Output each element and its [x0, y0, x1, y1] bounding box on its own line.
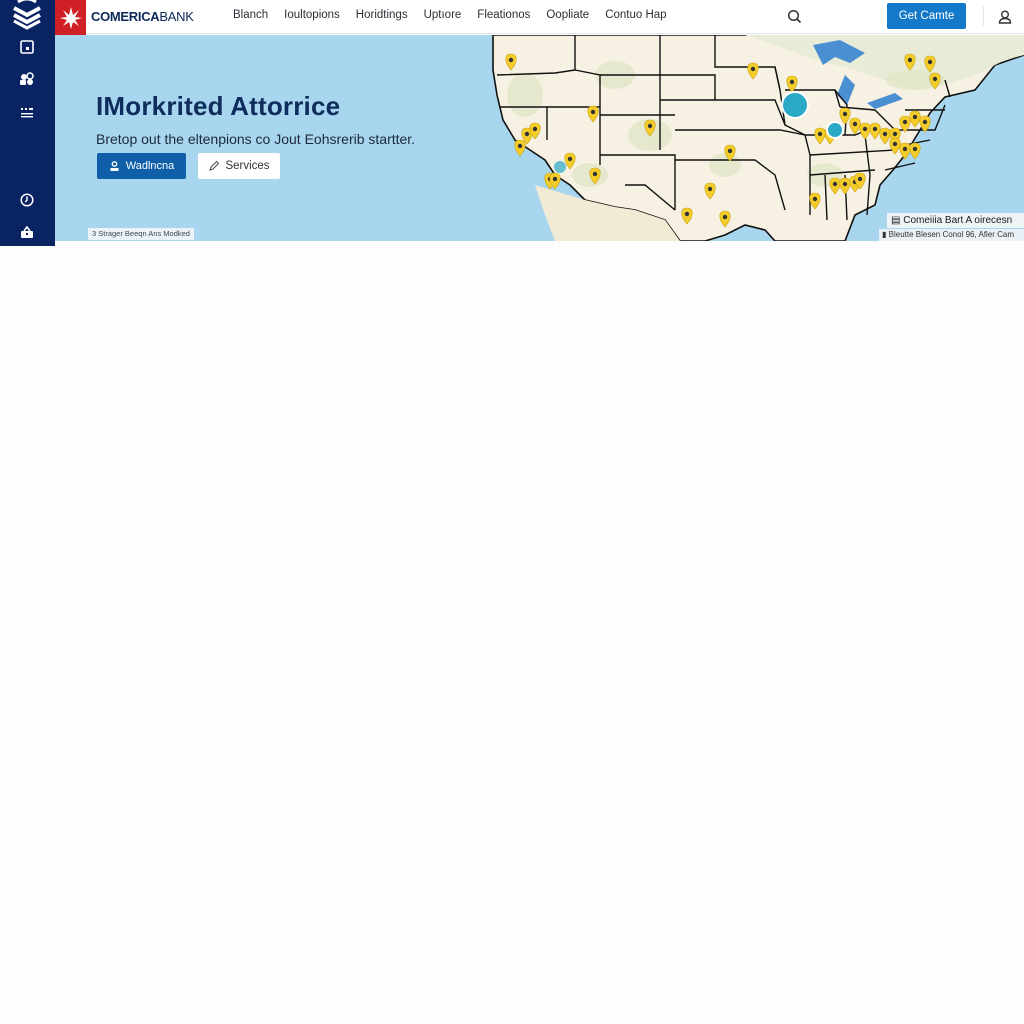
nav-item-compliance[interactable]: Oopliate: [546, 9, 589, 21]
map-legend[interactable]: ▤ Comeiiia Bart A oirecesn: [887, 213, 1024, 228]
services-button[interactable]: Services: [198, 153, 280, 179]
main-nav: Blanch Ioultopions Horidtings Uptıore Fl…: [233, 9, 683, 21]
legend-icon: ▤: [891, 215, 901, 226]
map-pin-dot: [872, 126, 878, 132]
header-divider: [983, 6, 984, 26]
map-pin-dot: [567, 156, 573, 162]
sidebar-item-business[interactable]: [17, 222, 37, 242]
services-button-label: Services: [225, 160, 270, 172]
map-pin-dot: [789, 79, 795, 85]
map-pin-dot: [842, 181, 848, 187]
map-pin-dot: [857, 176, 863, 182]
sidebar-item-reports[interactable]: [17, 103, 37, 123]
user-icon: [998, 10, 1012, 24]
map-pin-dot: [842, 111, 848, 117]
sidebar: [0, 0, 55, 246]
map-pin-dot: [524, 131, 530, 137]
map-pin-dot: [647, 123, 653, 129]
sidebar-item-dashboard[interactable]: [17, 37, 37, 57]
map-attribution: ▮ Bleutte Blesen Conol 96, Afier Cam: [879, 229, 1024, 241]
map-pin-dot: [907, 57, 913, 63]
map-pin-dot: [592, 171, 598, 177]
search-button[interactable]: [786, 8, 804, 26]
map-pin-dot: [902, 119, 908, 125]
map-pin-dot: [552, 176, 558, 182]
map-pin-dot: [832, 181, 838, 187]
grid-list-icon: [21, 108, 33, 118]
top-navigation-bar: COMERICABANK Blanch Ioultopions Horidtin…: [55, 0, 1024, 35]
map-legend-label: Comeiiia Bart A oirecesn: [903, 215, 1013, 226]
map-attribution-text: Bleutte Blesen Conol 96, Afier Cam: [888, 230, 1015, 239]
nav-item-update[interactable]: Uptıore: [424, 9, 462, 21]
map-pin-dot: [912, 114, 918, 120]
brand-name-light: BANK: [159, 9, 194, 24]
hero-caption: 3 Strager Beeqn Ans Modked: [88, 228, 194, 240]
map-pin-dot: [852, 121, 858, 127]
logo-shield-icon: [10, 0, 44, 30]
clock-icon: [20, 193, 34, 207]
get-started-button[interactable]: Get Camte: [887, 3, 966, 29]
hero-subtitle: Bretop out the eltenpions co Jout Eohsre…: [96, 131, 416, 147]
highlighted-map-pin[interactable]: [554, 161, 566, 173]
map-pin-dot: [882, 131, 888, 137]
map-pin-dot: [684, 211, 690, 217]
map-pin-dot: [508, 57, 514, 63]
brand-logo[interactable]: [55, 0, 86, 35]
nav-item-contact-map[interactable]: Contuo Hap: [605, 9, 666, 21]
primary-action-button[interactable]: Wadlncna: [97, 153, 186, 179]
attribution-icon: ▮: [882, 230, 887, 239]
map-pin-dot: [707, 186, 713, 192]
nav-item-holdings[interactable]: Horidtings: [356, 9, 408, 21]
user-account-button[interactable]: [996, 8, 1014, 26]
map-pin-dot: [750, 66, 756, 72]
hero-title: IMorkrited Attorrice: [96, 91, 341, 121]
sidebar-item-history[interactable]: [17, 190, 37, 210]
sidebar-item-groups[interactable]: [17, 69, 37, 89]
square-icon: [20, 40, 34, 54]
map-pin-dot: [902, 146, 908, 152]
highlighted-map-pin[interactable]: [826, 121, 844, 139]
map-pin-dot: [517, 143, 523, 149]
starburst-logo-icon: [59, 6, 82, 29]
brand-name-bold: COMERICA: [91, 9, 160, 24]
people-group-icon: [20, 72, 34, 85]
map-pin-dot: [922, 119, 928, 125]
search-icon: [787, 9, 802, 24]
map-pin-dot: [532, 126, 538, 132]
main-content-area: [0, 246, 1024, 1024]
nav-item-solutions[interactable]: Ioultopions: [284, 9, 340, 21]
map-pin-dot: [912, 146, 918, 152]
map-pin-dot: [892, 141, 898, 147]
primary-action-label: Wadlncna: [125, 160, 175, 172]
map-pin-dot: [722, 214, 728, 220]
nav-item-branch[interactable]: Blanch: [233, 9, 268, 21]
map-pin-dot: [862, 126, 868, 132]
highlighted-map-pin[interactable]: [781, 91, 809, 119]
map-pin-dot: [727, 148, 733, 154]
map-pin-dot: [892, 131, 898, 137]
map-pin-dot: [927, 59, 933, 65]
hero-banner: IMorkrited Attorrice Bretop out the elte…: [55, 35, 1024, 241]
map-pin-dot: [812, 196, 818, 202]
brand-name: COMERICABANK: [91, 9, 194, 24]
nav-item-relations[interactable]: Fleationos: [477, 9, 530, 21]
map-pin-dot: [817, 131, 823, 137]
branch-map[interactable]: [475, 35, 1024, 241]
person-icon: [110, 160, 119, 171]
map-pin-dot: [590, 109, 596, 115]
map-pin-dot: [932, 76, 938, 82]
briefcase-icon: [21, 225, 33, 238]
pen-icon: [209, 160, 220, 171]
